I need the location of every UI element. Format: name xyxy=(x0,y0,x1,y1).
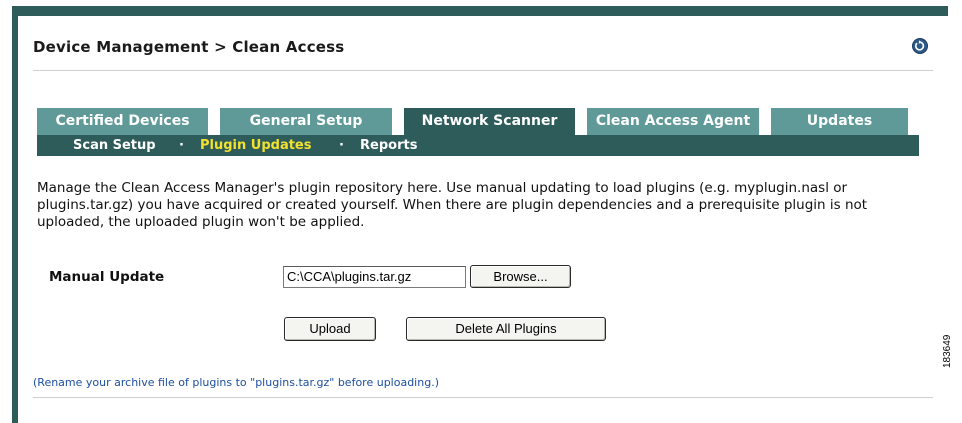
subtab-separator: · xyxy=(339,138,344,153)
header-divider xyxy=(33,70,933,71)
figure-number: 183649 xyxy=(942,334,953,368)
subtab-bar: Scan Setup · Plugin Updates · Reports xyxy=(37,135,919,156)
subtab-plugin-updates[interactable]: Plugin Updates xyxy=(200,135,312,156)
tab-clean-access-agent[interactable]: Clean Access Agent xyxy=(587,108,759,135)
refresh-icon[interactable] xyxy=(912,38,928,54)
subtab-scan-setup[interactable]: Scan Setup xyxy=(73,135,156,156)
tab-network-scanner[interactable]: Network Scanner xyxy=(404,108,575,135)
delete-all-plugins-button[interactable]: Delete All Plugins xyxy=(406,317,606,341)
tab-certified-devices[interactable]: Certified Devices xyxy=(37,108,208,135)
page-title: Device Management > Clean Access xyxy=(33,38,345,56)
footer-divider xyxy=(33,397,933,398)
page-description: Manage the Clean Access Manager's plugin… xyxy=(37,180,868,230)
file-path-input[interactable]: C:\CCA\plugins.tar.gz xyxy=(283,266,466,288)
tab-general-setup[interactable]: General Setup xyxy=(220,108,392,135)
upload-button[interactable]: Upload xyxy=(284,317,376,341)
manual-update-label: Manual Update xyxy=(49,269,165,285)
tab-updates[interactable]: Updates xyxy=(771,108,908,135)
subtab-reports[interactable]: Reports xyxy=(360,135,417,156)
browse-button[interactable]: Browse... xyxy=(470,265,571,288)
frame-top-bar xyxy=(12,6,948,16)
frame-left-bar xyxy=(12,6,18,423)
rename-note: (Rename your archive file of plugins to … xyxy=(33,376,439,389)
subtab-separator: · xyxy=(179,138,184,153)
